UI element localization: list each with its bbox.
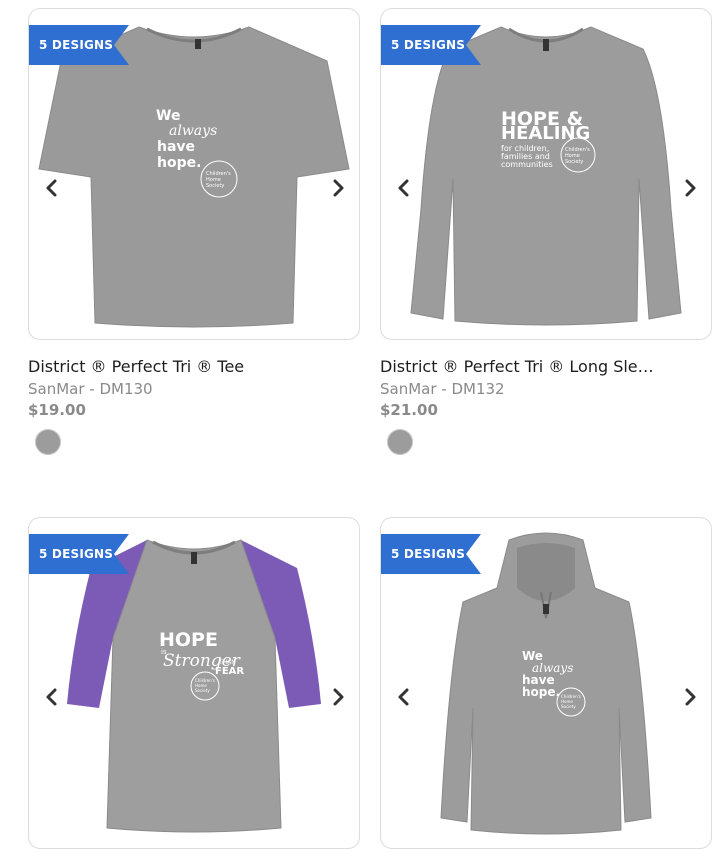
print-line: HEALING [501,123,590,144]
product-title[interactable]: District ® Perfect Tri ® Tee [28,357,303,376]
logo-line: Society [565,159,583,165]
product-image-box[interactable]: 5 DESIGNS HOPE is Stronger THAN FEAR Chi… [28,517,360,849]
print-line: We [156,108,180,124]
next-image-button[interactable] [679,177,701,199]
logo-line: Society [206,183,224,189]
color-swatch[interactable] [35,429,61,455]
chevron-right-icon [685,179,696,197]
designs-badge: 5 DESIGNS [381,534,481,574]
chevron-left-icon [46,179,57,197]
print-line: hope. [157,155,201,171]
chevron-right-icon [333,688,344,706]
prev-image-button[interactable] [393,177,415,199]
color-swatch[interactable] [387,429,413,455]
product-title[interactable]: District ® Perfect Tri ® Long Sleeve... [380,357,655,376]
prev-image-button[interactable] [393,686,415,708]
product-image-box[interactable]: 5 DESIGNS We always have hope. Children'… [380,517,712,849]
logo-line: Society [195,688,210,693]
designs-badge: 5 DESIGNS [29,25,129,65]
next-image-button[interactable] [327,686,349,708]
product-image-box[interactable]: 5 DESIGNS HOPE & HEALING for children, f… [380,8,712,340]
chevron-left-icon [398,179,409,197]
next-image-button[interactable] [679,686,701,708]
product-supplier: SanMar - DM132 [380,380,505,398]
print-line: always [169,123,217,139]
chevron-left-icon [398,688,409,706]
product-card[interactable]: 5 DESIGNS We always have hope. Children'… [28,8,360,455]
print-line: hope. [522,685,560,699]
chevron-right-icon [685,688,696,706]
product-card[interactable]: 5 DESIGNS HOPE & HEALING for children, f… [380,8,712,455]
print-line: HOPE [159,629,218,651]
print-line: communities [501,160,553,169]
print-line: FEAR [215,666,244,677]
prev-image-button[interactable] [41,177,63,199]
prev-image-button[interactable] [41,686,63,708]
chevron-left-icon [46,688,57,706]
product-supplier: SanMar - DM130 [28,380,153,398]
product-image-box[interactable]: 5 DESIGNS We always have hope. Children'… [28,8,360,340]
product-card[interactable]: 5 DESIGNS HOPE is Stronger THAN FEAR Chi… [28,517,360,849]
product-card[interactable]: 5 DESIGNS We always have hope. Children'… [380,517,712,849]
chevron-right-icon [333,179,344,197]
product-price: $21.00 [380,401,438,419]
print-line: have [157,139,195,155]
product-price: $19.00 [28,401,86,419]
logo-line: Society [561,704,576,709]
designs-badge: 5 DESIGNS [381,25,481,65]
next-image-button[interactable] [327,177,349,199]
designs-badge: 5 DESIGNS [29,534,129,574]
print-line: THAN [218,659,236,666]
